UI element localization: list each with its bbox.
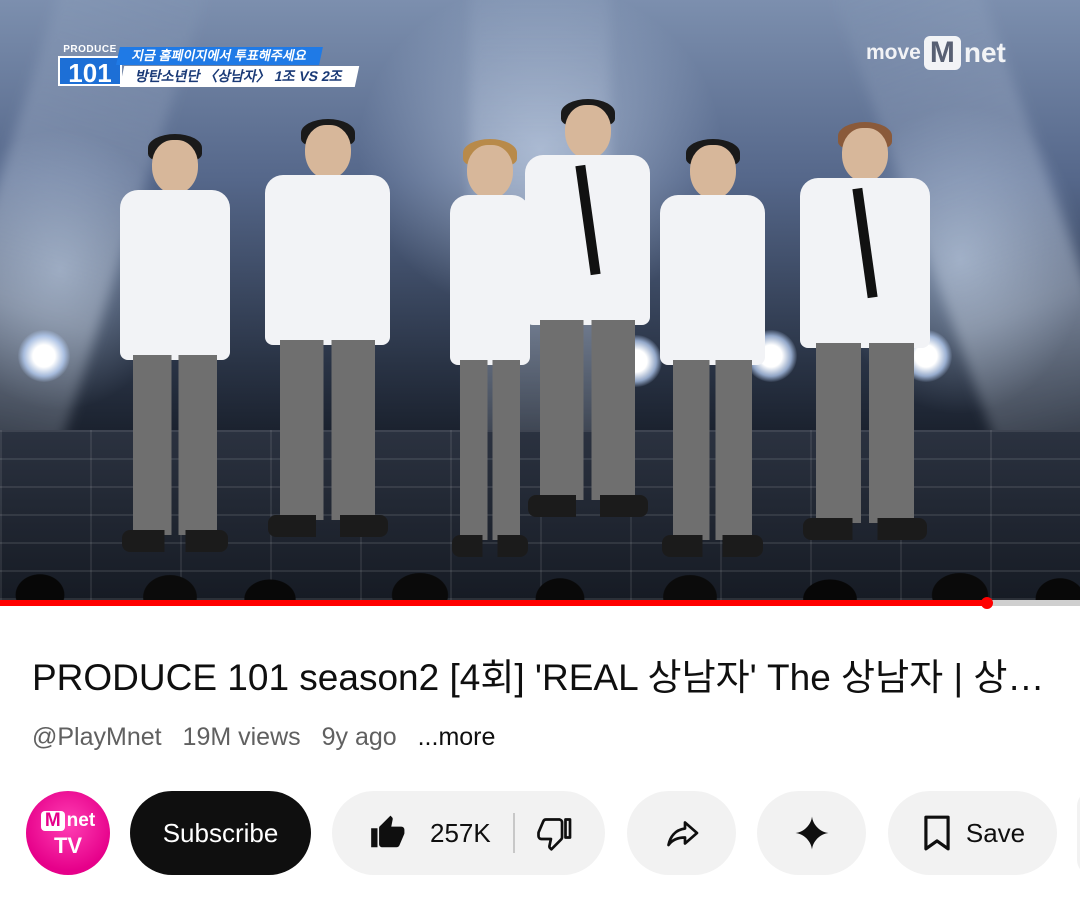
video-progress-bar[interactable]: [0, 597, 1080, 609]
progress-scrubber[interactable]: [981, 597, 994, 609]
channel-watermark: move Mnet: [866, 36, 1006, 70]
like-count[interactable]: 257K: [430, 818, 491, 849]
video-player[interactable]: PRODUCE 101 지금 홈페이지에서 투표해주세요 방탄소년단 〈상남자〉…: [0, 0, 1080, 600]
video-title[interactable]: PRODUCE 101 season2 [4회] 'REAL 상남자' The …: [32, 652, 1052, 704]
save-label: Save: [965, 817, 1026, 848]
watermark-m: M: [923, 36, 961, 70]
view-count: 19M views: [182, 723, 301, 751]
avatar-logo-bottom: TV: [53, 833, 83, 858]
progress-played: [0, 600, 988, 606]
thumbs-down-icon[interactable]: [536, 815, 573, 851]
bookmark-icon: [920, 814, 954, 852]
sparkle-icon: [794, 815, 830, 851]
upload-age: 9y ago: [321, 723, 397, 751]
thumbs-up-icon[interactable]: [368, 814, 406, 852]
share-button[interactable]: [627, 791, 736, 875]
channel-handle[interactable]: @PlayMnet: [32, 723, 162, 751]
like-divider: [512, 813, 515, 853]
ask-button[interactable]: [757, 791, 866, 875]
audience-silhouettes: [0, 545, 1080, 600]
like-dislike-pill: 257K: [332, 791, 605, 875]
stage-spotlight: [18, 330, 70, 382]
avatar-logo-top: Mnet: [26, 811, 110, 831]
show-logo-number: 101: [58, 56, 122, 88]
channel-avatar[interactable]: Mnet TV: [26, 791, 110, 875]
show-logo-brand: PRODUCE: [63, 44, 117, 55]
save-button[interactable]: Save: [888, 791, 1057, 875]
share-arrow-icon: [664, 815, 700, 851]
subscribe-button[interactable]: Subscribe: [130, 791, 311, 875]
video-meta: @PlayMnet 19M views 9y ago ...more: [32, 718, 509, 756]
more-link[interactable]: ...more: [418, 723, 496, 751]
watermark-suffix: net: [963, 37, 1006, 68]
broadcast-caption-match: 방탄소년단 〈상남자〉 1조 VS 2조: [119, 66, 359, 87]
broadcast-caption-vote: 지금 홈페이지에서 투표해주세요: [116, 47, 323, 65]
watermark-prefix: move: [866, 41, 921, 64]
